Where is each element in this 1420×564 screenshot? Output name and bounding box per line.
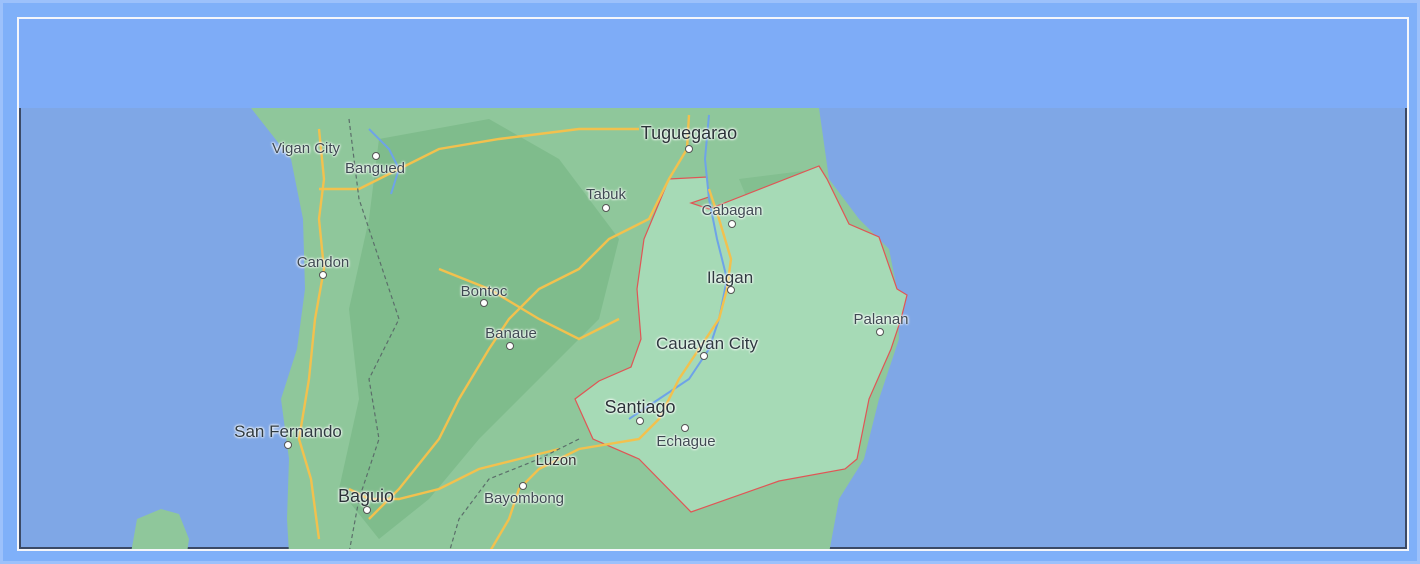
place-label-luzon: Luzon: [535, 452, 577, 469]
place-label-tabuk: Tabuk: [585, 186, 627, 203]
place-label-san-fernando: San Fernando: [234, 422, 342, 441]
place-marker-bangued: [372, 152, 380, 160]
place-marker-palanan: [876, 328, 884, 336]
place-label-vigan-city: Vigan City: [271, 140, 341, 157]
place-marker-banaue: [506, 342, 514, 350]
place-marker-candon: [319, 271, 327, 279]
place-marker-cauayan-city: [700, 352, 708, 360]
place-label-ilagan: Ilagan: [706, 268, 754, 287]
place-label-baguio: Baguio: [337, 486, 395, 506]
place-marker-santiago: [636, 417, 644, 425]
place-marker-tuguegarao: [685, 145, 693, 153]
place-label-candon: Candon: [296, 254, 350, 271]
map-frame: Tuguegarao Vigan City Bangued Tabuk Caba…: [0, 0, 1420, 564]
place-label-palanan: Palanan: [853, 311, 909, 328]
map-viewport[interactable]: Tuguegarao Vigan City Bangued Tabuk Caba…: [17, 17, 1409, 551]
top-overlay-band: [19, 19, 1407, 108]
place-marker-echague: [681, 424, 689, 432]
place-marker-ilagan: [727, 286, 735, 294]
place-marker-bontoc: [480, 299, 488, 307]
place-marker-san-fernando: [284, 441, 292, 449]
place-label-cabagan: Cabagan: [701, 202, 763, 219]
place-label-echague: Echague: [656, 433, 716, 450]
place-label-banaue: Banaue: [485, 325, 537, 342]
place-label-bontoc: Bontoc: [460, 283, 508, 300]
place-label-bangued: Bangued: [344, 160, 406, 177]
place-label-tuguegarao: Tuguegarao: [640, 123, 738, 143]
place-marker-bayombong: [519, 482, 527, 490]
place-marker-cabagan: [728, 220, 736, 228]
place-label-bayombong: Bayombong: [483, 490, 565, 507]
place-label-santiago: Santiago: [604, 397, 676, 417]
place-marker-tabuk: [602, 204, 610, 212]
land-islet: [131, 509, 189, 549]
place-label-cauayan-city: Cauayan City: [655, 334, 759, 353]
place-marker-baguio: [363, 506, 371, 514]
